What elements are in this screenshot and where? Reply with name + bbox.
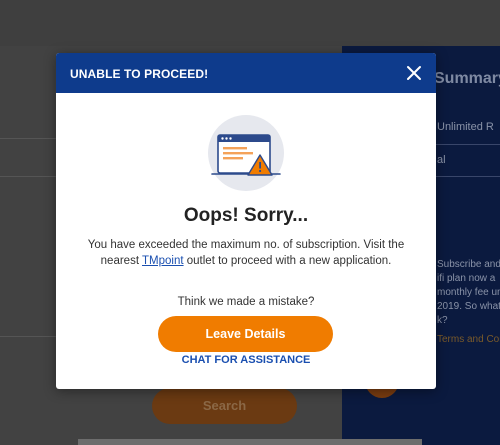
summary-title: Summary (434, 70, 500, 87)
chat-for-assistance-link[interactable]: CHAT FOR ASSISTANCE (56, 354, 436, 366)
search-button[interactable]: Search (152, 388, 297, 424)
summary-plan-name: Unlimited R (437, 121, 494, 133)
summary-paragraph: Subscribe and s ifi plan now a monthly f… (437, 259, 500, 326)
modal-title: UNABLE TO PROCEED! (70, 67, 209, 81)
error-modal: UNABLE TO PROCEED! Oops! Sorry... You ha… (56, 53, 436, 389)
horizontal-scrollbar[interactable] (78, 439, 422, 445)
browser-warning-icon (204, 111, 288, 195)
summary-terms-link[interactable]: Terms and Con (437, 334, 500, 345)
summary-divider (436, 176, 500, 177)
background-header (0, 0, 500, 46)
tmpoint-link[interactable]: TMpoint (142, 255, 184, 267)
modal-header: UNABLE TO PROCEED! (56, 53, 436, 93)
background-divider (0, 336, 60, 337)
modal-heading: Oops! Sorry... (183, 205, 309, 226)
modal-message: You have exceeded the maximum no. of sub… (87, 239, 405, 267)
mistake-prompt: Think we made a mistake? (177, 296, 315, 308)
background-divider (0, 138, 60, 139)
summary-line: al (437, 154, 446, 166)
background-divider (0, 176, 60, 177)
summary-divider (436, 144, 500, 145)
close-icon[interactable] (404, 63, 424, 83)
leave-details-button[interactable]: Leave Details (158, 316, 333, 352)
